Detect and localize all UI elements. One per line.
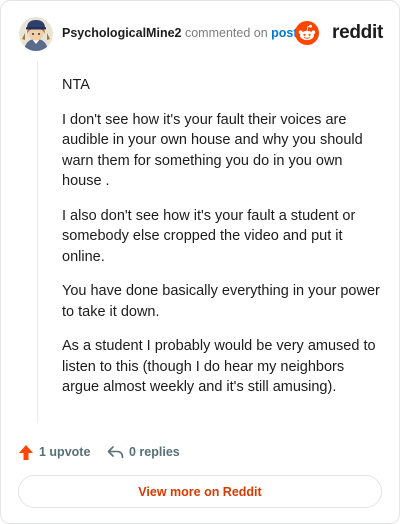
replies-count: 0 replies [129, 445, 180, 459]
comment-header: PsychologicalMine2 commented on post red… [19, 17, 385, 51]
thread-line [37, 61, 38, 423]
view-more-button[interactable]: View more on Reddit [18, 475, 382, 508]
commented-on-text: commented on [184, 26, 268, 40]
comment-byline: PsychologicalMine2 commented on post [62, 26, 298, 40]
upvote-arrow-icon [18, 444, 34, 461]
comment-paragraph: As a student I probably would be very am… [62, 338, 376, 395]
comment-paragraph: You have done basically everything in yo… [62, 283, 380, 320]
comment-paragraph: I don't see how it's your fault their vo… [62, 111, 363, 190]
reddit-logo-icon [295, 21, 319, 45]
username-link[interactable]: PsychologicalMine2 [62, 26, 181, 40]
upvote-button[interactable]: 1 upvote [18, 441, 90, 463]
reply-arrow-icon [107, 445, 124, 460]
comment-paragraph: I also don't see how it's your fault a s… [62, 207, 356, 265]
upvote-count: 1 upvote [39, 445, 91, 459]
comment-body: NTA I don't see how it's your fault thei… [62, 75, 382, 412]
replies-button[interactable]: 0 replies [107, 441, 180, 463]
reddit-brand[interactable]: reddit [291, 21, 383, 45]
user-avatar[interactable] [19, 17, 53, 51]
comment-embed-card: PsychologicalMine2 commented on post red… [0, 0, 400, 524]
comment-paragraph: NTA [62, 77, 90, 93]
reddit-wordmark: reddit [332, 22, 383, 43]
